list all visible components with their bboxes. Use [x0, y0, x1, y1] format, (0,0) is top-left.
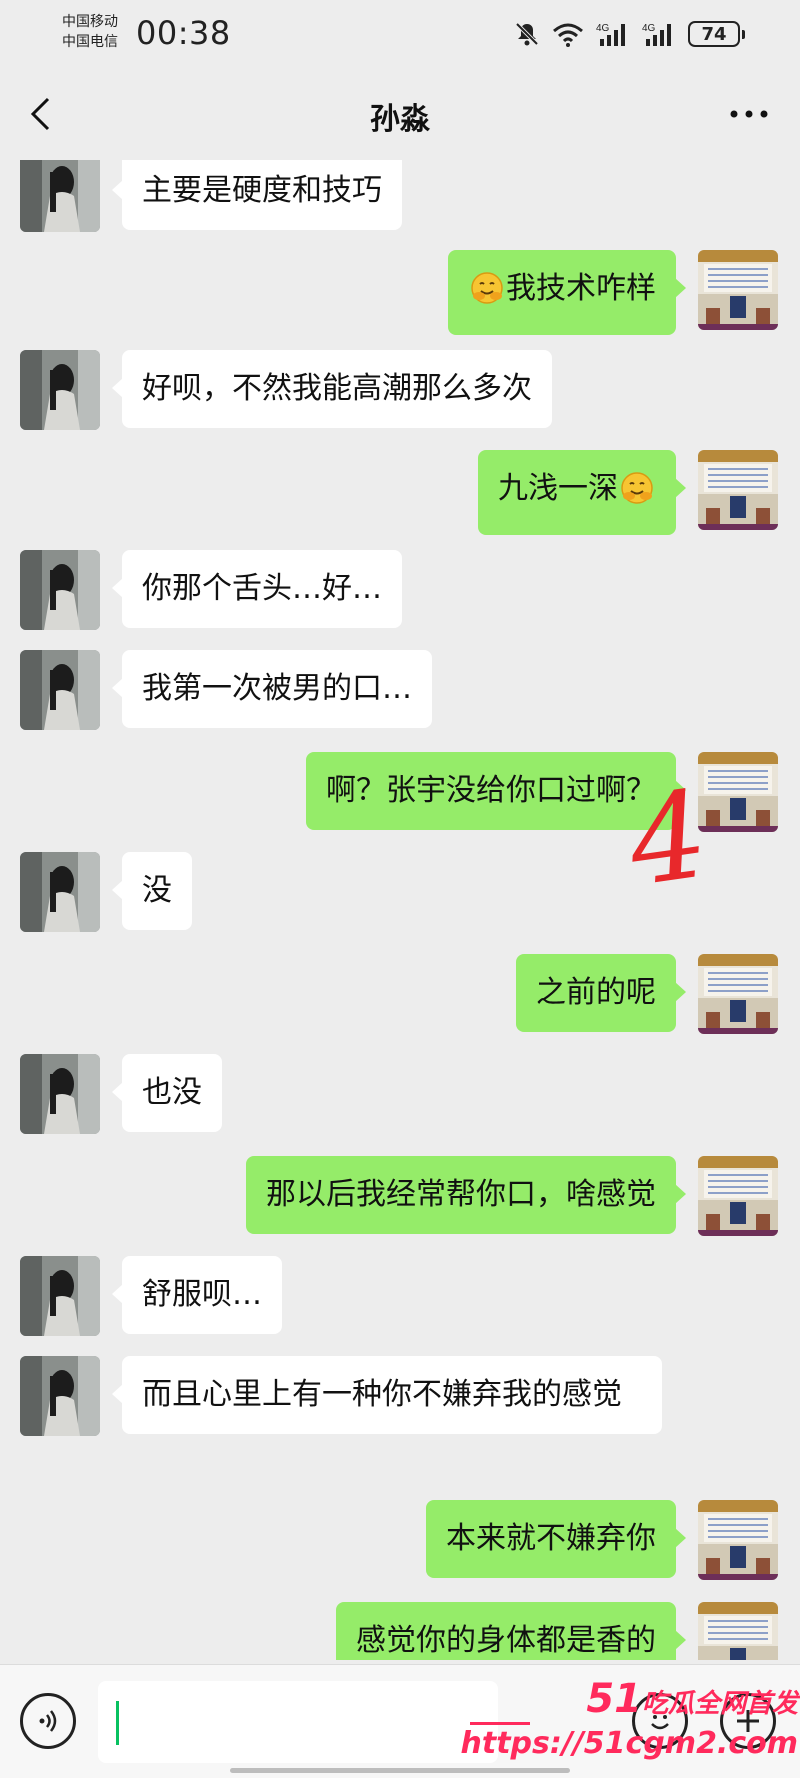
outgoing-message[interactable]: 感觉你的身体都是香的 [336, 1602, 686, 1660]
more-dots-icon [730, 110, 768, 118]
wifi-icon [552, 21, 584, 47]
status-icons: 4G 4G 74 [514, 18, 745, 50]
text-cursor [116, 1701, 119, 1745]
message-text: 九浅一深 [498, 471, 618, 506]
hugging-face-emoji-icon [470, 271, 504, 315]
incoming-message[interactable]: 好呗，不然我能高潮那么多次 [112, 350, 552, 428]
my-avatar[interactable] [698, 1500, 778, 1580]
my-avatar[interactable] [698, 1602, 778, 1660]
incoming-message[interactable]: 没 [112, 852, 192, 930]
incoming-message[interactable]: 我第一次被男的口… [112, 650, 432, 728]
contact-avatar[interactable] [20, 550, 100, 630]
mute-bell-icon [514, 21, 540, 47]
message-text: 而且心里上有一种你不嫌弃我的感觉 [142, 1377, 622, 1412]
my-avatar[interactable] [698, 1156, 778, 1236]
message-text: 好呗，不然我能高潮那么多次 [142, 371, 532, 406]
message-list[interactable]: 主要是硬度和技巧 我技术咋样 好呗，不然我能高潮那么多次 九浅一深 你那个舌头…… [0, 160, 800, 1660]
signal-4g-icon: 4G [642, 21, 676, 47]
message-text: 那以后我经常帮你口，啥感觉 [266, 1177, 656, 1212]
message-text: 啊？张宇没给你口过啊？ [326, 773, 656, 808]
voice-input-button[interactable] [20, 1693, 76, 1749]
outgoing-message[interactable]: 我技术咋样 [448, 250, 686, 335]
watermark-line [470, 1722, 530, 1725]
carrier-info: 中国移动 中国电信 [62, 12, 118, 52]
carrier-1: 中国移动 [62, 14, 118, 30]
incoming-message[interactable]: 你那个舌头…好… [112, 550, 402, 628]
contact-avatar[interactable] [20, 1356, 100, 1436]
message-text: 本来就不嫌弃你 [446, 1521, 656, 1556]
contact-avatar[interactable] [20, 1054, 100, 1134]
message-text: 没 [142, 873, 172, 908]
watermark: 51吃瓜全网首发 https://51cgm2.com [461, 1676, 800, 1776]
message-input[interactable] [98, 1681, 498, 1763]
battery-indicator: 74 [688, 21, 745, 47]
contact-avatar[interactable] [20, 1256, 100, 1336]
contact-avatar[interactable] [20, 650, 100, 730]
incoming-message[interactable]: 而且心里上有一种你不嫌弃我的感觉 [112, 1356, 662, 1434]
hugging-face-emoji-icon [620, 471, 654, 515]
my-avatar[interactable] [698, 752, 778, 832]
watermark-url: https://51cgm2.com [460, 1726, 798, 1761]
outgoing-message[interactable]: 本来就不嫌弃你 [426, 1500, 686, 1578]
watermark-slogan-text: 吃瓜全网首发 [641, 1689, 798, 1719]
svg-text:4G: 4G [596, 23, 610, 34]
incoming-message[interactable]: 主要是硬度和技巧 [112, 160, 402, 230]
incoming-message[interactable]: 舒服呗… [112, 1256, 282, 1334]
my-avatar[interactable] [698, 250, 778, 330]
contact-avatar[interactable] [20, 350, 100, 430]
incoming-message[interactable]: 也没 [112, 1054, 222, 1132]
chat-title: 孙淼 [370, 102, 430, 137]
message-text: 感觉你的身体都是香的 [356, 1623, 656, 1658]
message-text: 你那个舌头…好… [142, 571, 382, 606]
message-text: 舒服呗… [142, 1277, 262, 1312]
status-bar: 中国移动 中国电信 00:38 4G 4G 74 [0, 0, 800, 70]
my-avatar[interactable] [698, 954, 778, 1034]
chat-header: 孙淼 [0, 70, 800, 160]
message-text: 之前的呢 [536, 975, 656, 1010]
watermark-slogan: 51吃瓜全网首发 [586, 1676, 798, 1722]
message-text: 我技术咋样 [506, 271, 656, 306]
signal-4g-icon: 4G [596, 21, 630, 47]
message-text: 也没 [142, 1075, 202, 1110]
message-text: 我第一次被男的口… [142, 671, 412, 706]
home-indicator [230, 1768, 570, 1773]
message-text: 主要是硬度和技巧 [142, 173, 382, 208]
outgoing-message[interactable]: 之前的呢 [516, 954, 686, 1032]
contact-avatar[interactable] [20, 852, 100, 932]
outgoing-message[interactable]: 那以后我经常帮你口，啥感觉 [246, 1156, 686, 1234]
outgoing-message[interactable]: 啊？张宇没给你口过啊？ [306, 752, 686, 830]
svg-text:4G: 4G [642, 23, 656, 34]
more-options-button[interactable] [724, 92, 774, 136]
watermark-number: 51 [586, 1676, 642, 1722]
status-time: 00:38 [136, 14, 231, 52]
my-avatar[interactable] [698, 450, 778, 530]
carrier-2: 中国电信 [62, 34, 118, 50]
contact-avatar[interactable] [20, 160, 100, 232]
voice-wave-icon [39, 1710, 57, 1732]
outgoing-message[interactable]: 九浅一深 [478, 450, 686, 535]
